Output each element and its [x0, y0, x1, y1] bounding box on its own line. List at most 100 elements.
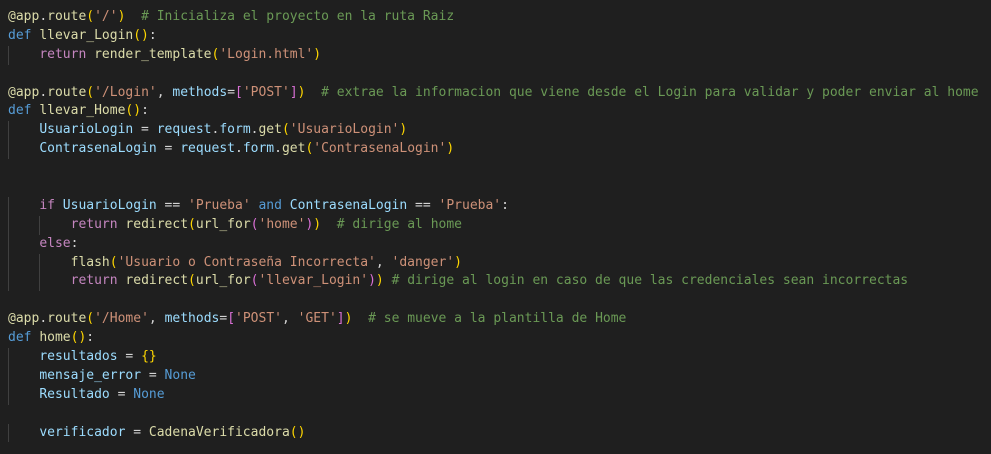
code-token-var: form	[219, 122, 251, 138]
code-token-string: 'ContrasenaLogin'	[313, 141, 447, 157]
code-token-plain: .	[39, 9, 48, 24]
code-token-bracket2: ]	[289, 84, 298, 100]
code-token-bracket1: (	[86, 84, 95, 100]
code-token-decorator: @app	[8, 84, 40, 100]
code-line[interactable]: Resultado = None	[8, 385, 991, 405]
code-token-func: route	[47, 311, 87, 327]
code-token-plain: =	[133, 122, 157, 138]
code-line[interactable]: if UsuarioLogin == 'Prueba' and Contrase…	[8, 196, 991, 216]
code-token-plain: :	[86, 330, 95, 346]
code-token-keyword: def	[8, 27, 32, 43]
code-token-plain: ==	[156, 197, 189, 213]
indent-guide	[8, 272, 9, 292]
code-token-func: render_template	[94, 46, 212, 62]
code-line[interactable]: resultados = {}	[8, 348, 991, 367]
code-token-plain: .	[39, 84, 48, 100]
code-token-decorator: @app	[8, 9, 40, 24]
code-token-string: 'GET'	[297, 311, 337, 327]
code-token-bracket1: (	[109, 254, 118, 270]
indent-guide	[8, 196, 9, 216]
code-token-bracket1: ()	[70, 330, 87, 346]
code-token-string: 'Prueba'	[438, 197, 502, 213]
code-token-const: None	[164, 367, 196, 383]
code-token-string: '/Login'	[94, 84, 157, 100]
indent-guide	[8, 121, 9, 141]
code-token-bracket2: ]	[336, 311, 345, 327]
code-token-var: resultados	[39, 349, 118, 365]
code-line[interactable]: mensaje_error = None	[8, 366, 991, 386]
code-token-plain: =	[219, 311, 228, 327]
code-token-func: llevar_Home	[39, 103, 126, 119]
code-line[interactable]: def llevar_Home():	[8, 102, 991, 121]
code-token-keyword: def	[8, 103, 32, 119]
code-token-string: 'home'	[258, 216, 306, 232]
code-token-bracket2: [	[235, 84, 243, 100]
code-token-plain: ,	[148, 311, 165, 327]
code-line[interactable]: ContrasenaLogin = request.form.get('Cont…	[8, 140, 991, 160]
code-line[interactable]: return render_template('Login.html')	[8, 45, 991, 65]
indent-guide	[39, 253, 41, 273]
code-line[interactable]: return redirect(url_for('llevar_Login'))…	[8, 272, 991, 292]
code-token-control: if	[39, 197, 55, 213]
code-line[interactable]: @app.route('/Login', methods=['POST']) #…	[8, 84, 991, 103]
code-token-plain: :	[148, 27, 157, 43]
code-token-plain: =	[156, 141, 181, 157]
code-token-bracket1: (	[86, 311, 95, 327]
code-token-plain: ,	[281, 311, 298, 327]
code-line[interactable]: UsuarioLogin = request.form.get('Usuario…	[8, 121, 991, 141]
code-line[interactable]: def home():	[8, 329, 991, 348]
code-line[interactable]	[8, 405, 991, 424]
code-token-var: UsuarioLogin	[39, 122, 134, 138]
code-line[interactable]	[8, 159, 991, 178]
code-editor[interactable]: @app.route('/') # Inicializa el proyecto…	[0, 0, 991, 454]
code-line[interactable]	[8, 65, 991, 84]
code-token-keyword: and	[258, 197, 282, 213]
code-token-var: ContrasenaLogin	[289, 197, 408, 213]
indent-guide	[39, 215, 41, 235]
code-line[interactable]	[8, 178, 991, 197]
code-line[interactable]: return redirect(url_for('home')) # dirig…	[8, 215, 991, 235]
code-token-func: route	[47, 9, 87, 24]
code-token-string: 'POST'	[242, 84, 290, 100]
code-token-string: 'Prueba'	[188, 197, 251, 213]
code-token-func: home	[39, 330, 71, 346]
code-line[interactable]: @app.route('/') # Inicializa el proyecto…	[8, 8, 991, 27]
code-token-bracket1: (	[188, 216, 196, 232]
code-token-var: form	[242, 141, 275, 157]
code-token-bracket1: ()	[133, 27, 149, 43]
code-line[interactable]	[8, 291, 991, 310]
code-token-control: else	[39, 235, 71, 251]
code-token-plain: .	[39, 311, 48, 327]
code-line[interactable]: else:	[8, 234, 991, 254]
code-line[interactable]: flash('Usuario o Contraseña Incorrecta',…	[8, 253, 991, 273]
code-token-func: get	[258, 122, 282, 138]
code-token-func: CadenaVerificadora	[148, 424, 290, 440]
indent-guide	[8, 423, 9, 443]
code-token-func: route	[47, 84, 87, 100]
code-token-plain: =	[125, 424, 149, 440]
code-token-string: '/'	[94, 9, 118, 24]
indent-guide	[8, 253, 9, 273]
code-token-control: return	[70, 273, 118, 289]
code-line[interactable]: @app.route('/Home', methods=['POST', 'GE…	[8, 310, 991, 329]
code-line[interactable]: verificador = CadenaVerificadora()	[8, 423, 991, 443]
code-token-string: '/Home'	[94, 311, 149, 327]
code-line[interactable]: def llevar_Login():	[8, 27, 991, 46]
code-token-func: url_for	[195, 273, 251, 289]
code-token-string: 'UsuarioLogin'	[289, 122, 400, 138]
code-token-plain: :	[141, 103, 149, 119]
code-token-bracket1: )	[375, 273, 384, 289]
code-token-keyword: def	[8, 330, 32, 346]
code-token-comment: # extrae la informacion que viene desde …	[321, 84, 979, 100]
